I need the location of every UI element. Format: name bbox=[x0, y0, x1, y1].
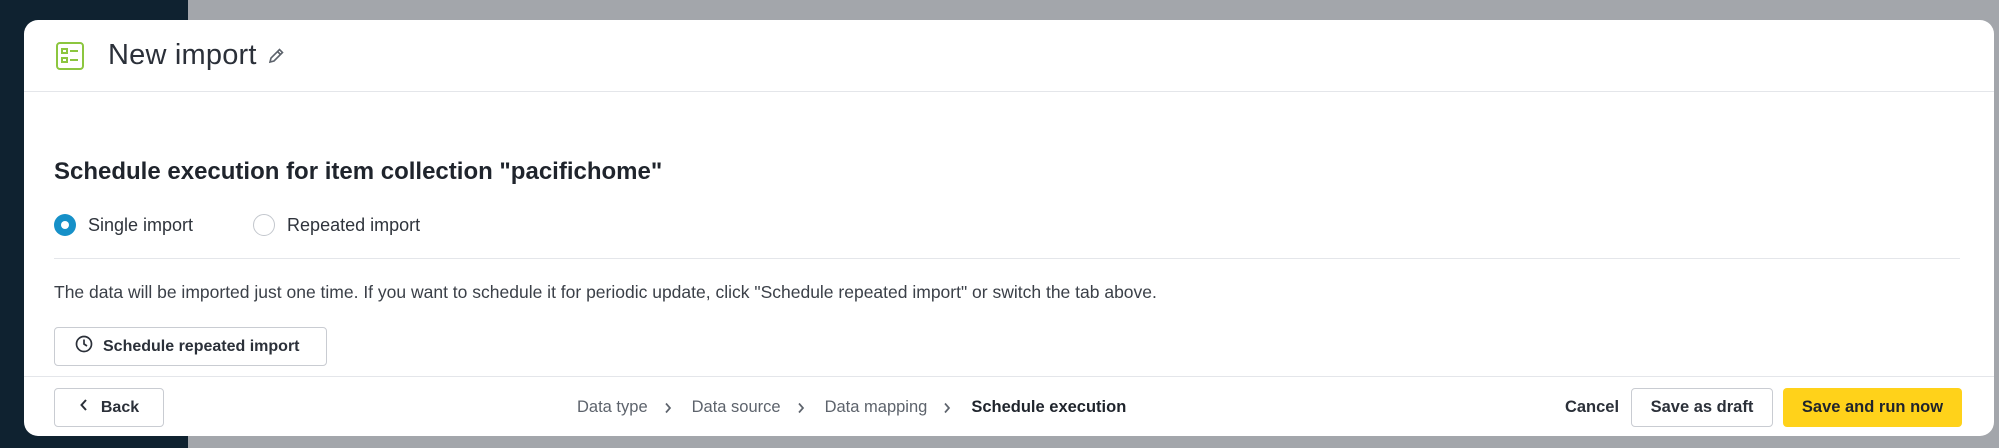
radio-button-single[interactable] bbox=[54, 214, 76, 236]
modal-header: New import bbox=[24, 20, 1994, 92]
chevron-right-icon bbox=[943, 402, 955, 414]
divider bbox=[54, 258, 1960, 259]
section-title: Schedule execution for item collection "… bbox=[54, 158, 663, 185]
schedule-repeated-import-button[interactable]: Schedule repeated import bbox=[54, 327, 327, 366]
chevron-left-icon bbox=[79, 398, 89, 417]
cancel-button[interactable]: Cancel bbox=[1552, 388, 1632, 427]
modal-footer: Back Data type Data source Data mapping … bbox=[24, 376, 1994, 436]
radio-option-single-import[interactable]: Single import bbox=[54, 214, 193, 236]
info-text: The data will be imported just one time.… bbox=[54, 282, 1157, 302]
clock-icon bbox=[75, 335, 93, 358]
chevron-right-icon bbox=[664, 402, 676, 414]
import-list-icon bbox=[54, 40, 86, 72]
pencil-icon[interactable] bbox=[267, 46, 287, 66]
chevron-right-icon bbox=[797, 402, 809, 414]
button-label: Schedule repeated import bbox=[103, 337, 300, 355]
step-data-type[interactable]: Data type bbox=[577, 398, 648, 417]
save-and-run-button[interactable]: Save and run now bbox=[1783, 388, 1962, 427]
save-as-draft-button[interactable]: Save as draft bbox=[1631, 388, 1773, 427]
import-type-radio-group: Single import Repeated import bbox=[54, 214, 480, 236]
radio-option-repeated-import[interactable]: Repeated import bbox=[253, 214, 420, 236]
radio-label: Single import bbox=[88, 214, 194, 235]
step-data-mapping[interactable]: Data mapping bbox=[825, 398, 928, 417]
back-button[interactable]: Back bbox=[54, 388, 164, 427]
step-data-source[interactable]: Data source bbox=[692, 398, 781, 417]
import-modal: New import Schedule execution for item c… bbox=[24, 20, 1994, 436]
page-title: New import bbox=[108, 39, 257, 71]
radio-label: Repeated import bbox=[287, 214, 421, 235]
radio-button-repeated[interactable] bbox=[253, 214, 276, 236]
step-schedule-execution[interactable]: Schedule execution bbox=[971, 398, 1126, 417]
button-label: Back bbox=[100, 398, 140, 416]
step-breadcrumb: Data type Data source Data mapping Sched… bbox=[577, 388, 1126, 427]
